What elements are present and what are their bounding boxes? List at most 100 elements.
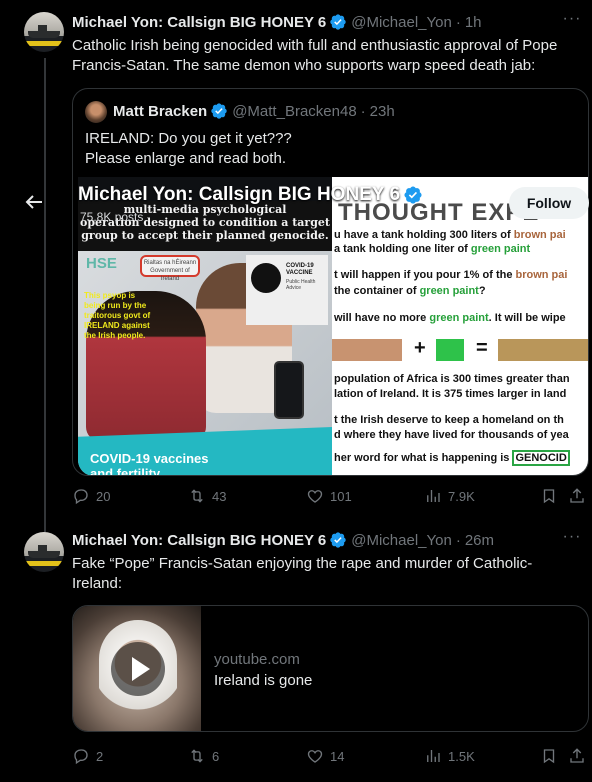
repost-button[interactable]: 43 bbox=[188, 487, 226, 505]
separator-dot: · bbox=[455, 13, 461, 31]
vaccine-sublabel: Public Health Advice bbox=[286, 279, 316, 291]
tweet-actions: 2 6 14 1.5K bbox=[72, 746, 592, 766]
result-swatch bbox=[498, 339, 588, 361]
equals-sign: = bbox=[476, 337, 488, 359]
vaccine-label: COVID-19 VACCINE bbox=[286, 263, 314, 276]
government-logo: Rialtas na hÉireann Government of Irelan… bbox=[140, 255, 200, 282]
verified-badge-icon bbox=[404, 186, 422, 204]
card-domain[interactable]: youtube.com bbox=[214, 651, 300, 668]
quoted-author-name[interactable]: Matt Bracken bbox=[113, 103, 207, 120]
tweet-1[interactable]: Michael Yon: Callsign BIG HONEY 6 @Micha… bbox=[0, 0, 592, 520]
quoted-timestamp[interactable]: 23h bbox=[370, 103, 395, 120]
image-phone bbox=[274, 361, 304, 419]
views-count: 7.9K bbox=[448, 488, 475, 504]
experiment-line: her word for what is happening is GENOCI… bbox=[334, 450, 570, 466]
video-thumbnail[interactable] bbox=[73, 606, 201, 731]
tweet-text: Fake “Pope” Francis-Satan enjoying the r… bbox=[72, 555, 533, 592]
repost-icon bbox=[191, 489, 203, 503]
like-button[interactable]: 14 bbox=[306, 747, 344, 765]
repost-count: 6 bbox=[212, 748, 220, 764]
bookmark-button[interactable] bbox=[540, 747, 558, 765]
quoted-header: Matt Bracken @Matt_Bracken48 · 23h bbox=[113, 102, 395, 120]
quoted-text: IRELAND: Do you get it yet??? Please enl… bbox=[85, 130, 292, 167]
like-button[interactable]: 101 bbox=[306, 487, 352, 505]
views-icon bbox=[427, 750, 440, 762]
reply-count: 20 bbox=[96, 488, 111, 504]
media-image-right[interactable]: THOUGHT EXPE u have a tank holding 300 l… bbox=[332, 177, 588, 475]
tweet-actions: 20 43 101 7.9K bbox=[72, 486, 592, 506]
reply-icon bbox=[74, 489, 88, 505]
experiment-line: will have no more green paint. It will b… bbox=[334, 312, 566, 324]
green-swatch bbox=[436, 339, 464, 361]
verified-badge-icon bbox=[211, 103, 227, 119]
more-icon[interactable]: ··· bbox=[562, 11, 582, 32]
experiment-line: d where they have lived for thousands of… bbox=[334, 429, 569, 441]
views-count: 1.5K bbox=[448, 748, 475, 764]
experiment-line: population of Africa is 300 times greate… bbox=[334, 373, 570, 385]
share-icon bbox=[570, 748, 584, 763]
play-icon[interactable] bbox=[111, 642, 165, 696]
verified-badge-icon bbox=[330, 532, 346, 548]
profile-post-count: 75.8K posts bbox=[80, 210, 144, 224]
bookmark-button[interactable] bbox=[540, 487, 558, 505]
repost-button[interactable]: 6 bbox=[188, 747, 219, 765]
separator-dot: · bbox=[455, 531, 461, 549]
separator-dot: · bbox=[360, 102, 366, 120]
repost-icon bbox=[191, 749, 203, 763]
vaccine-logo-icon bbox=[251, 263, 281, 293]
experiment-line: u have a tank holding 300 liters of brow… bbox=[334, 229, 566, 241]
psyop-caption: This psyop is being run by the traitorou… bbox=[84, 291, 151, 340]
hse-logo: HSE bbox=[86, 255, 117, 272]
views-icon bbox=[427, 490, 440, 502]
quoted-tweet[interactable]: Matt Bracken @Matt_Bracken48 · 23h IRELA… bbox=[72, 88, 589, 476]
tweet-header: Michael Yon: Callsign BIG HONEY 6 @Micha… bbox=[72, 530, 494, 550]
author-name[interactable]: Michael Yon: Callsign BIG HONEY 6 bbox=[72, 14, 326, 31]
reply-count: 2 bbox=[96, 748, 104, 764]
verified-badge-icon bbox=[330, 14, 346, 30]
repost-count: 43 bbox=[212, 488, 227, 504]
more-icon[interactable]: ··· bbox=[562, 529, 582, 550]
like-icon bbox=[307, 490, 323, 503]
timestamp[interactable]: 26m bbox=[465, 532, 494, 549]
share-button[interactable] bbox=[568, 487, 586, 505]
author-handle[interactable]: @Michael_Yon bbox=[351, 532, 452, 549]
experiment-line: lation of Ireland. It is 375 times large… bbox=[334, 388, 567, 400]
quoted-avatar[interactable] bbox=[85, 101, 107, 123]
author-name[interactable]: Michael Yon: Callsign BIG HONEY 6 bbox=[72, 532, 326, 549]
covid-caption: COVID-19 vaccines and fertility bbox=[90, 451, 209, 476]
card-title[interactable]: Ireland is gone bbox=[214, 672, 312, 689]
link-card[interactable]: youtube.com Ireland is gone bbox=[72, 605, 589, 732]
tweet-header: Michael Yon: Callsign BIG HONEY 6 @Micha… bbox=[72, 12, 482, 32]
vaccine-info-box: COVID-19 VACCINE Public Health Advice bbox=[246, 255, 328, 325]
bookmark-icon bbox=[543, 489, 555, 504]
share-button[interactable] bbox=[568, 747, 586, 765]
profile-overlay-name[interactable]: Michael Yon: Callsign BIG HONEY 6 bbox=[78, 184, 427, 206]
reply-button[interactable]: 20 bbox=[72, 487, 110, 505]
plus-sign: + bbox=[414, 337, 426, 359]
share-icon bbox=[570, 488, 584, 503]
like-count: 14 bbox=[330, 748, 345, 764]
author-handle[interactable]: @Michael_Yon bbox=[351, 14, 452, 31]
bookmark-icon bbox=[543, 749, 555, 764]
reply-icon bbox=[74, 749, 88, 765]
quoted-author-handle[interactable]: @Matt_Bracken48 bbox=[232, 103, 356, 120]
timestamp[interactable]: 1h bbox=[465, 14, 482, 31]
follow-button[interactable]: Follow bbox=[509, 187, 589, 219]
image-photo: HSE Rialtas na hÉireann Government of Ir… bbox=[78, 251, 332, 476]
experiment-line: the container of green paint? bbox=[334, 285, 486, 297]
experiment-line: t the Irish deserve to keep a homeland o… bbox=[334, 414, 564, 426]
experiment-line: t will happen if you pour 1% of the brow… bbox=[334, 269, 568, 281]
image-headline: multi-media psychological operation desi… bbox=[78, 201, 332, 251]
brown-swatch bbox=[332, 339, 402, 361]
avatar[interactable] bbox=[24, 12, 64, 52]
quoted-media[interactable]: multi-media psychological operation desi… bbox=[78, 177, 588, 476]
views-button[interactable]: 1.5K bbox=[424, 747, 475, 765]
avatar[interactable] bbox=[24, 532, 64, 572]
arrow-left-icon[interactable] bbox=[22, 190, 46, 214]
reply-button[interactable]: 2 bbox=[72, 747, 103, 765]
tweet-text: Catholic Irish being genocided with full… bbox=[72, 37, 558, 74]
like-icon bbox=[307, 750, 323, 763]
experiment-line: a tank holding one liter of green paint bbox=[334, 243, 531, 255]
like-count: 101 bbox=[330, 488, 352, 504]
views-button[interactable]: 7.9K bbox=[424, 487, 475, 505]
